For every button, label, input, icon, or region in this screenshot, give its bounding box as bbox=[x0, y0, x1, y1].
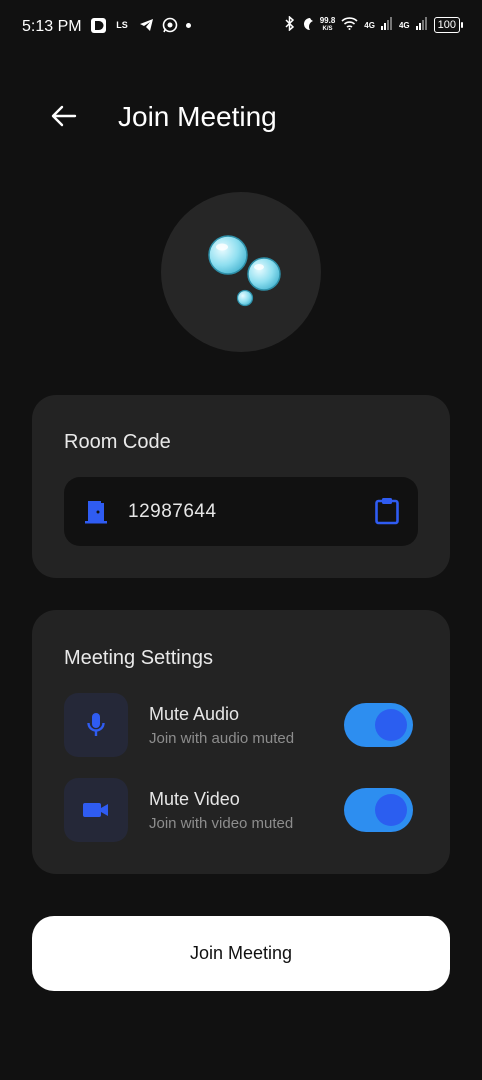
net-speed: 99.8 bbox=[319, 16, 336, 25]
toggle-knob bbox=[375, 709, 407, 741]
moon-icon bbox=[301, 17, 314, 34]
back-button[interactable] bbox=[48, 100, 80, 132]
door-icon bbox=[85, 501, 107, 524]
video-camera-icon bbox=[83, 803, 108, 817]
meeting-settings-title: Meeting Settings bbox=[64, 647, 213, 669]
dot-icon bbox=[186, 22, 191, 28]
ls-icon: LS bbox=[116, 20, 128, 30]
whatsapp-icon bbox=[162, 17, 178, 33]
page-title: Join Meeting bbox=[118, 101, 277, 132]
app-logo bbox=[161, 192, 321, 352]
bubbles-icon bbox=[208, 235, 281, 307]
bluetooth-icon bbox=[284, 15, 295, 34]
wifi-icon bbox=[341, 17, 358, 33]
telegram-icon bbox=[138, 17, 154, 33]
mute-audio-label: Mute Audio bbox=[149, 704, 240, 724]
microphone-icon bbox=[87, 713, 105, 736]
mute-video-row: Mute Video Join with video muted bbox=[64, 778, 418, 842]
net-unit: K/S bbox=[322, 26, 333, 32]
battery-indicator: 100 bbox=[433, 17, 464, 33]
toggle-knob bbox=[375, 794, 407, 826]
meeting-settings-card: Meeting Settings Mute Audio Join with au… bbox=[32, 610, 450, 874]
mute-video-icon-tile bbox=[64, 778, 128, 842]
mute-audio-icon-tile bbox=[64, 693, 128, 757]
room-code-input[interactable]: 12987644 bbox=[128, 501, 217, 523]
clipboard-icon[interactable] bbox=[374, 497, 400, 525]
status-time: 5:13 PM bbox=[22, 18, 82, 35]
signal-2-icon bbox=[415, 17, 428, 33]
mute-video-label: Mute Video bbox=[149, 789, 240, 809]
mute-audio-row: Mute Audio Join with audio muted bbox=[64, 693, 418, 757]
room-code-card: Room Code 12987644 bbox=[32, 395, 450, 578]
signal-2-label: 4G bbox=[398, 20, 410, 30]
signal-1-icon bbox=[380, 17, 393, 33]
signal-1-label: 4G bbox=[364, 20, 375, 30]
app-header: Join Meeting bbox=[0, 88, 482, 148]
arrow-left-icon bbox=[51, 105, 77, 127]
room-code-title: Room Code bbox=[64, 431, 171, 453]
mute-video-toggle[interactable] bbox=[344, 788, 413, 832]
join-meeting-button[interactable]: Join Meeting bbox=[32, 916, 450, 991]
mute-audio-description: Join with audio muted bbox=[149, 730, 295, 747]
status-bar: 5:13 PM LS 99.8 K/S 4G 4G 100 bbox=[0, 0, 482, 54]
room-code-field[interactable]: 12987644 bbox=[64, 477, 418, 546]
mute-video-description: Join with video muted bbox=[149, 815, 294, 832]
d-app-icon bbox=[90, 17, 106, 33]
mute-audio-toggle[interactable] bbox=[344, 703, 413, 747]
